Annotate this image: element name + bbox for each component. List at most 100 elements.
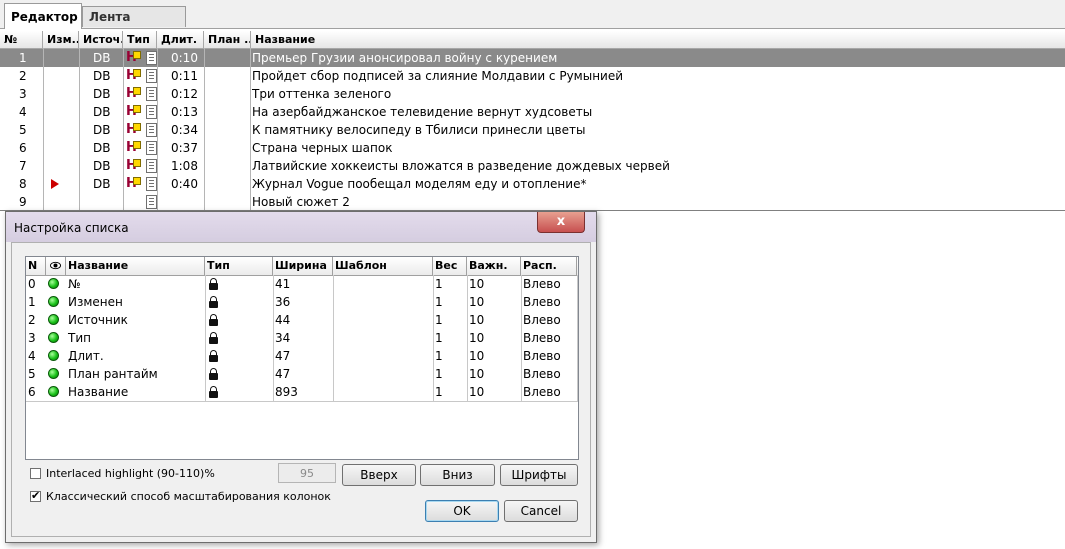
column-config-row[interactable]: 5 План рантайм 47 1 10 Влево bbox=[26, 365, 578, 383]
columns-grid[interactable]: N Название Тип Ширина Шаблон Вес Важн. Р… bbox=[25, 256, 579, 460]
news-row-title: Журнал Vogue пообещал моделям еду и отоп… bbox=[252, 177, 587, 191]
news-row[interactable]: 7 DB H 1:08 Латвийские хоккеисты вложатся в … bbox=[0, 157, 1065, 175]
grid-header-type[interactable]: Тип bbox=[205, 257, 273, 275]
document-icon bbox=[146, 87, 157, 101]
move-up-button[interactable]: Вверх bbox=[342, 464, 416, 486]
column-config-row[interactable]: 3 Тип 34 1 10 Влево bbox=[26, 329, 578, 347]
visible-dot-icon[interactable] bbox=[48, 386, 59, 397]
grid-header-width[interactable]: Ширина bbox=[273, 257, 333, 275]
hyperlink-type-icon: H bbox=[126, 177, 141, 191]
grid-header-template[interactable]: Шаблон bbox=[333, 257, 433, 275]
document-icon bbox=[146, 69, 157, 83]
news-row-duration: 1:08 bbox=[171, 159, 198, 173]
tab-announcer-feed[interactable]: Лента диктора bbox=[82, 6, 186, 45]
col-header-plan[interactable]: План ... bbox=[204, 31, 251, 48]
news-row-title: Три оттенка зеленого bbox=[252, 87, 392, 101]
visible-dot-icon[interactable] bbox=[48, 296, 59, 307]
col-divider bbox=[250, 48, 251, 228]
news-row-title: На азербайджанское телевидение вернут ху… bbox=[252, 105, 593, 119]
news-row-duration: 0:11 bbox=[171, 69, 198, 83]
config-row-align: Влево bbox=[523, 313, 561, 327]
news-row[interactable]: 8 DB H 0:40 Журнал Vogue пообещал моделям ед… bbox=[0, 175, 1065, 193]
classic-scaling-label: Классический способ масштабирования коло… bbox=[46, 490, 331, 503]
config-row-n: 1 bbox=[28, 295, 36, 309]
config-row-name: Источник bbox=[68, 313, 128, 327]
config-row-weight: 1 bbox=[435, 295, 443, 309]
config-row-template bbox=[333, 311, 433, 329]
grid-header-n[interactable]: N bbox=[26, 257, 46, 275]
hyperlink-type-icon: H bbox=[126, 69, 141, 83]
lock-icon bbox=[209, 278, 218, 290]
grid-header-align[interactable]: Расп. bbox=[521, 257, 577, 275]
column-config-row[interactable]: 2 Источник 44 1 10 Влево bbox=[26, 311, 578, 329]
visible-dot-icon[interactable] bbox=[48, 314, 59, 325]
news-row-duration: 0:40 bbox=[171, 177, 198, 191]
config-row-weight: 1 bbox=[435, 385, 443, 399]
config-row-weight: 1 bbox=[435, 349, 443, 363]
config-row-template bbox=[333, 329, 433, 347]
grid-divider bbox=[577, 275, 578, 401]
grid-header-name[interactable]: Название bbox=[66, 257, 205, 275]
news-row-duration: 0:34 bbox=[171, 123, 198, 137]
interlaced-value-input[interactable]: 95 bbox=[278, 463, 336, 483]
config-row-importance: 10 bbox=[469, 349, 485, 363]
column-config-row[interactable]: 6 Название 893 1 10 Влево bbox=[26, 383, 578, 401]
grid-header-visible[interactable] bbox=[46, 257, 66, 275]
dialog-titlebar[interactable]: Настройка списка x bbox=[6, 212, 596, 242]
news-row-source: DB bbox=[93, 69, 111, 83]
column-config-row[interactable]: 4 Длит. 47 1 10 Влево bbox=[26, 347, 578, 365]
classic-scaling-checkbox[interactable] bbox=[30, 489, 41, 502]
news-row-num: 4 bbox=[19, 105, 27, 119]
news-row[interactable]: 2 DB H 0:11 Пройдет сбор подписей за слияние… bbox=[0, 67, 1065, 85]
close-button[interactable]: x bbox=[537, 212, 585, 233]
lock-icon bbox=[209, 368, 218, 380]
config-row-width: 893 bbox=[275, 385, 298, 399]
move-down-button[interactable]: Вниз bbox=[420, 464, 495, 486]
news-row-source bbox=[79, 193, 123, 211]
news-row[interactable]: 6 DB H 0:37 Страна черных шапок bbox=[0, 139, 1065, 157]
grid-header-importance[interactable]: Важн. bbox=[467, 257, 521, 275]
news-row-source: DB bbox=[93, 177, 111, 191]
config-row-weight: 1 bbox=[435, 277, 443, 291]
news-row-source: DB bbox=[93, 87, 111, 101]
grid-header-weight[interactable]: Вес bbox=[433, 257, 467, 275]
column-config-row[interactable]: 1 Изменен 36 1 10 Влево bbox=[26, 293, 578, 311]
config-row-importance: 10 bbox=[469, 295, 485, 309]
visible-dot-icon[interactable] bbox=[48, 368, 59, 379]
news-row-title: Новый сюжет 2 bbox=[252, 195, 350, 209]
interlaced-highlight-checkbox[interactable] bbox=[30, 468, 41, 479]
config-row-name: Длит. bbox=[68, 349, 104, 363]
config-row-name: План рантайм bbox=[68, 367, 158, 381]
visible-dot-icon[interactable] bbox=[48, 350, 59, 361]
config-row-align: Влево bbox=[523, 331, 561, 345]
ok-button[interactable]: OK bbox=[425, 500, 499, 522]
col-header-type[interactable]: Тип bbox=[123, 31, 157, 48]
visible-dot-icon[interactable] bbox=[48, 278, 59, 289]
news-row[interactable]: 3 DB H 0:12 Три оттенка зеленого bbox=[0, 85, 1065, 103]
col-header-source[interactable]: Источ... bbox=[79, 31, 123, 48]
cancel-button[interactable]: Cancel bbox=[504, 500, 578, 522]
visible-dot-icon[interactable] bbox=[48, 332, 59, 343]
news-row-duration: 0:13 bbox=[171, 105, 198, 119]
config-row-width: 47 bbox=[275, 367, 291, 381]
col-divider bbox=[123, 48, 124, 228]
news-list-header: № Изм... Источ... Тип Длит. План ... Наз… bbox=[0, 31, 1065, 49]
news-row[interactable]: 9 Новый сюжет 2 bbox=[0, 193, 1065, 211]
document-icon bbox=[146, 105, 157, 119]
config-row-importance: 10 bbox=[469, 385, 485, 399]
col-header-duration[interactable]: Длит. bbox=[157, 31, 204, 48]
news-row[interactable]: 1 DB H 0:10 Премьер Грузии анонсировал войну… bbox=[0, 49, 1065, 67]
config-row-align: Влево bbox=[523, 295, 561, 309]
news-row-duration: 0:12 bbox=[171, 87, 198, 101]
col-header-num[interactable]: № bbox=[0, 31, 43, 48]
column-config-row[interactable]: 0 № 41 1 10 Влево bbox=[26, 275, 578, 293]
tab-editor[interactable]: Редактор bbox=[4, 3, 82, 29]
grid-divider bbox=[521, 275, 522, 401]
news-row[interactable]: 4 DB H 0:13 На азербайджанское телевидение в… bbox=[0, 103, 1065, 121]
news-row[interactable]: 5 DB H 0:34 К памятнику велосипеду в Тбилиси… bbox=[0, 121, 1065, 139]
config-row-name: Название bbox=[68, 385, 129, 399]
col-header-changed[interactable]: Изм... bbox=[43, 31, 79, 48]
col-header-title[interactable]: Название bbox=[251, 31, 1065, 48]
news-row-source: DB bbox=[93, 105, 111, 119]
fonts-button[interactable]: Шрифты bbox=[500, 464, 578, 486]
